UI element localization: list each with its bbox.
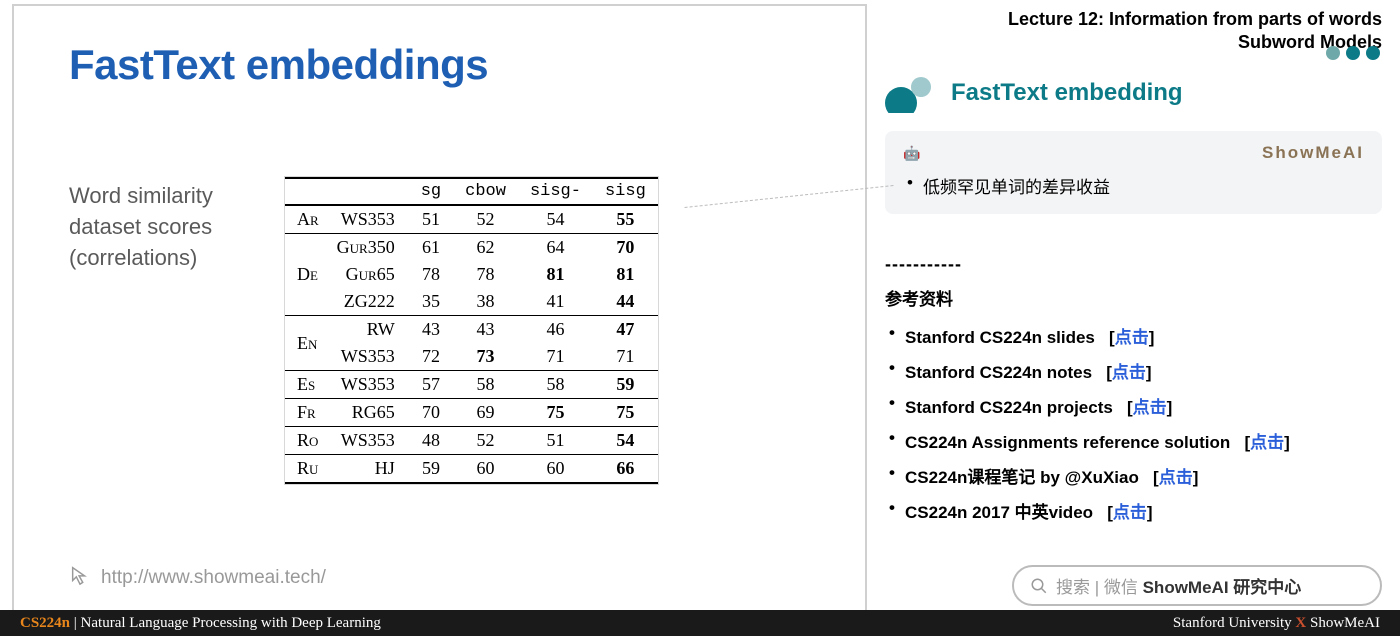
ref-label: CS224n课程笔记 by @XuXiao	[905, 468, 1139, 487]
search-box[interactable]: 搜索 | 微信 ShowMeAI 研究中心	[1012, 565, 1382, 606]
search-placeholder: 搜索 | 微信	[1056, 578, 1143, 597]
reference-item: Stanford CS224n projects [点击]	[885, 388, 1382, 423]
dot	[1346, 46, 1360, 60]
search-icon	[1030, 577, 1048, 595]
bottom-right: Stanford University X ShowMeAI	[1173, 615, 1380, 632]
brand: ShowMeAI	[1306, 615, 1380, 631]
bottom-left: CS224n | Natural Language Processing wit…	[20, 615, 381, 632]
ref-link[interactable]: 点击	[1115, 328, 1149, 347]
search-bold: ShowMeAI 研究中心	[1143, 578, 1302, 597]
course-code: CS224n	[20, 615, 70, 631]
slide-subtitle: Word similarity dataset scores (correlat…	[69, 181, 213, 273]
lecture-info: Lecture 12: Information from parts of wo…	[885, 8, 1382, 55]
separator: |	[70, 615, 81, 631]
url-text: http://www.showmeai.tech/	[101, 567, 326, 589]
ref-link[interactable]: 点击	[1133, 398, 1167, 417]
reference-item: Stanford CS224n slides [点击]	[885, 318, 1382, 353]
section-title: FastText embedding	[951, 79, 1183, 107]
references-list: Stanford CS224n slides [点击]Stanford CS22…	[885, 318, 1382, 528]
slide-title: FastText embeddings	[69, 41, 865, 89]
notes-panel: Lecture 12: Information from parts of wo…	[867, 0, 1400, 610]
subtitle-line: (correlations)	[69, 245, 197, 270]
ref-label: Stanford CS224n slides	[905, 328, 1095, 347]
dot	[1366, 46, 1380, 60]
robot-icon: 🤖	[903, 145, 920, 161]
university: Stanford University	[1173, 615, 1295, 631]
reference-item: CS224n Assignments reference solution [点…	[885, 423, 1382, 458]
reference-item: CS224n 2017 中英video [点击]	[885, 493, 1382, 528]
ref-link[interactable]: 点击	[1113, 503, 1147, 522]
ref-link[interactable]: 点击	[1112, 363, 1146, 382]
ref-label: CS224n Assignments reference solution	[905, 433, 1230, 452]
dot	[1326, 46, 1340, 60]
brand-label: ShowMeAI	[1262, 143, 1364, 163]
subtitle-line: Word similarity	[69, 183, 213, 208]
lecture-title: Lecture 12: Information from parts of wo…	[885, 8, 1382, 31]
callout-box: 🤖 ShowMeAI 低频罕见单词的差异收益	[885, 131, 1382, 214]
search-text: 搜索 | 微信 ShowMeAI 研究中心	[1056, 573, 1301, 598]
bottom-bar: CS224n | Natural Language Processing wit…	[0, 610, 1400, 636]
ref-link[interactable]: 点击	[1250, 433, 1284, 452]
subtitle-line: dataset scores	[69, 214, 212, 239]
x-mark: X	[1295, 615, 1306, 631]
ref-label: Stanford CS224n projects	[905, 398, 1113, 417]
reference-item: CS224n课程笔记 by @XuXiao [点击]	[885, 458, 1382, 493]
callout-bullet: 低频罕见单词的差异收益	[903, 171, 1364, 200]
footer-url: http://www.showmeai.tech/	[69, 564, 326, 592]
lecture-subtitle: Subword Models	[885, 31, 1382, 54]
decorative-dots	[1326, 46, 1380, 60]
section-header: FastText embedding	[885, 73, 1382, 113]
divider: -----------	[885, 254, 1382, 275]
slide-panel: FastText embeddings Word similarity data…	[12, 4, 867, 614]
connector-line	[685, 185, 894, 208]
ref-label: CS224n 2017 中英video	[905, 503, 1093, 522]
ref-link[interactable]: 点击	[1159, 468, 1193, 487]
cursor-icon	[69, 564, 91, 592]
reference-item: Stanford CS224n notes [点击]	[885, 353, 1382, 388]
course-subtitle: Natural Language Processing with Deep Le…	[81, 615, 381, 631]
similarity-table: sgcbowsisg-sisgArWS35351525455DeGur35061…	[284, 176, 659, 485]
references-title: 参考资料	[885, 285, 1382, 310]
section-icon	[885, 73, 941, 113]
ref-label: Stanford CS224n notes	[905, 363, 1092, 382]
